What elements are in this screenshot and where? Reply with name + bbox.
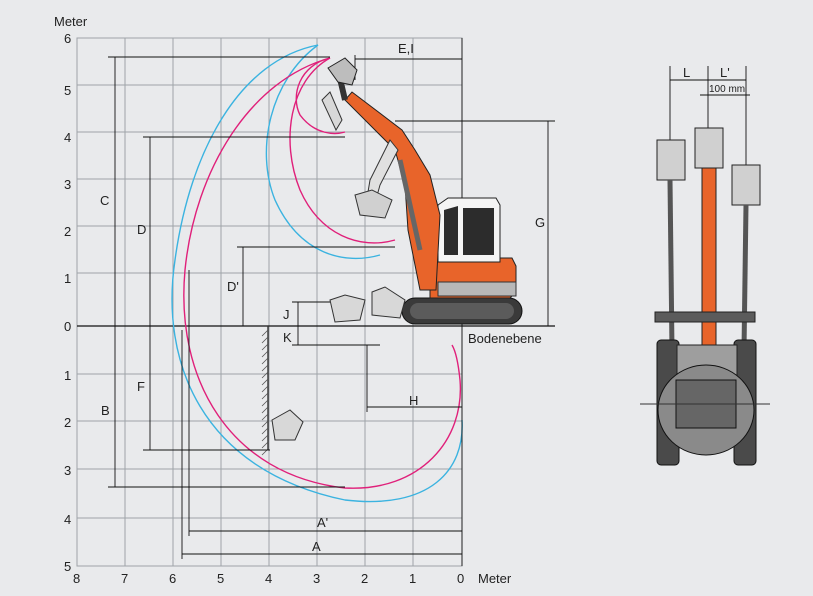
y-ticks-below: 1 2 3 4 5 bbox=[64, 368, 71, 574]
dim-label-A-prime: A' bbox=[317, 515, 328, 530]
x-tick-0: 0 bbox=[457, 571, 464, 586]
excavator-front-view: L L' 100 mm bbox=[640, 65, 770, 466]
cab-window-side bbox=[463, 208, 494, 255]
y-tick-5: 5 bbox=[64, 83, 71, 98]
cab-window-front bbox=[444, 206, 458, 255]
x-ticks: 8 7 6 5 4 3 2 1 0 bbox=[73, 571, 464, 586]
dim-label-D-prime: D' bbox=[227, 279, 239, 294]
x-tick-3: 3 bbox=[313, 571, 320, 586]
dim-label-C: C bbox=[100, 193, 109, 208]
front-arm-right bbox=[741, 204, 749, 351]
dim-label-B: B bbox=[101, 403, 110, 418]
crawler-track-inner bbox=[410, 303, 514, 319]
bucket-center bbox=[694, 127, 724, 169]
dim-label-D: D bbox=[137, 222, 146, 237]
y-tick-2: 2 bbox=[64, 224, 71, 239]
front-label-L: L bbox=[683, 65, 690, 80]
x-tick-5: 5 bbox=[217, 571, 224, 586]
x-tick-8: 8 bbox=[73, 571, 80, 586]
y-tick-0: 0 bbox=[64, 319, 71, 334]
y-tick-neg1: 1 bbox=[64, 368, 71, 383]
dim-label-F: F bbox=[137, 379, 145, 394]
y-tick-neg2: 2 bbox=[64, 415, 71, 430]
y-tick-neg3: 3 bbox=[64, 463, 71, 478]
bucket-left bbox=[656, 139, 686, 181]
front-offset-label: 100 mm bbox=[709, 84, 745, 95]
x-tick-1: 1 bbox=[409, 571, 416, 586]
front-frame bbox=[654, 311, 756, 323]
y-ticks-above: 6 5 4 3 2 1 0 bbox=[64, 31, 71, 334]
y-tick-3: 3 bbox=[64, 177, 71, 192]
y-tick-4: 4 bbox=[64, 130, 71, 145]
x-axis-unit: Meter bbox=[478, 571, 512, 586]
ground-label: Bodenebene bbox=[468, 331, 542, 346]
front-boom bbox=[701, 167, 717, 359]
dim-label-J: J bbox=[283, 307, 290, 322]
y-tick-neg4: 4 bbox=[64, 512, 71, 527]
front-label-L-prime: L' bbox=[720, 65, 730, 80]
counterweight bbox=[437, 281, 517, 297]
y-tick-1: 1 bbox=[64, 271, 71, 286]
dim-label-A: A bbox=[312, 539, 321, 554]
x-tick-4: 4 bbox=[265, 571, 272, 586]
dim-label-H: H bbox=[409, 393, 418, 408]
x-tick-6: 6 bbox=[169, 571, 176, 586]
y-tick-neg5: 5 bbox=[64, 559, 71, 574]
dim-label-G: G bbox=[535, 215, 545, 230]
x-tick-2: 2 bbox=[361, 571, 368, 586]
bucket-right bbox=[731, 164, 761, 206]
front-arm-left bbox=[667, 179, 675, 351]
y-tick-6: 6 bbox=[64, 31, 71, 46]
y-axis-unit: Meter bbox=[54, 14, 88, 29]
x-tick-7: 7 bbox=[121, 571, 128, 586]
dim-label-K: K bbox=[283, 330, 292, 345]
dim-label-E-I: E,I bbox=[398, 41, 414, 56]
excavator-dimension-diagram: Meter Meter 6 5 4 3 2 1 0 1 2 3 4 5 8 7 … bbox=[54, 14, 770, 586]
bucket-ghost-3 bbox=[329, 294, 366, 323]
